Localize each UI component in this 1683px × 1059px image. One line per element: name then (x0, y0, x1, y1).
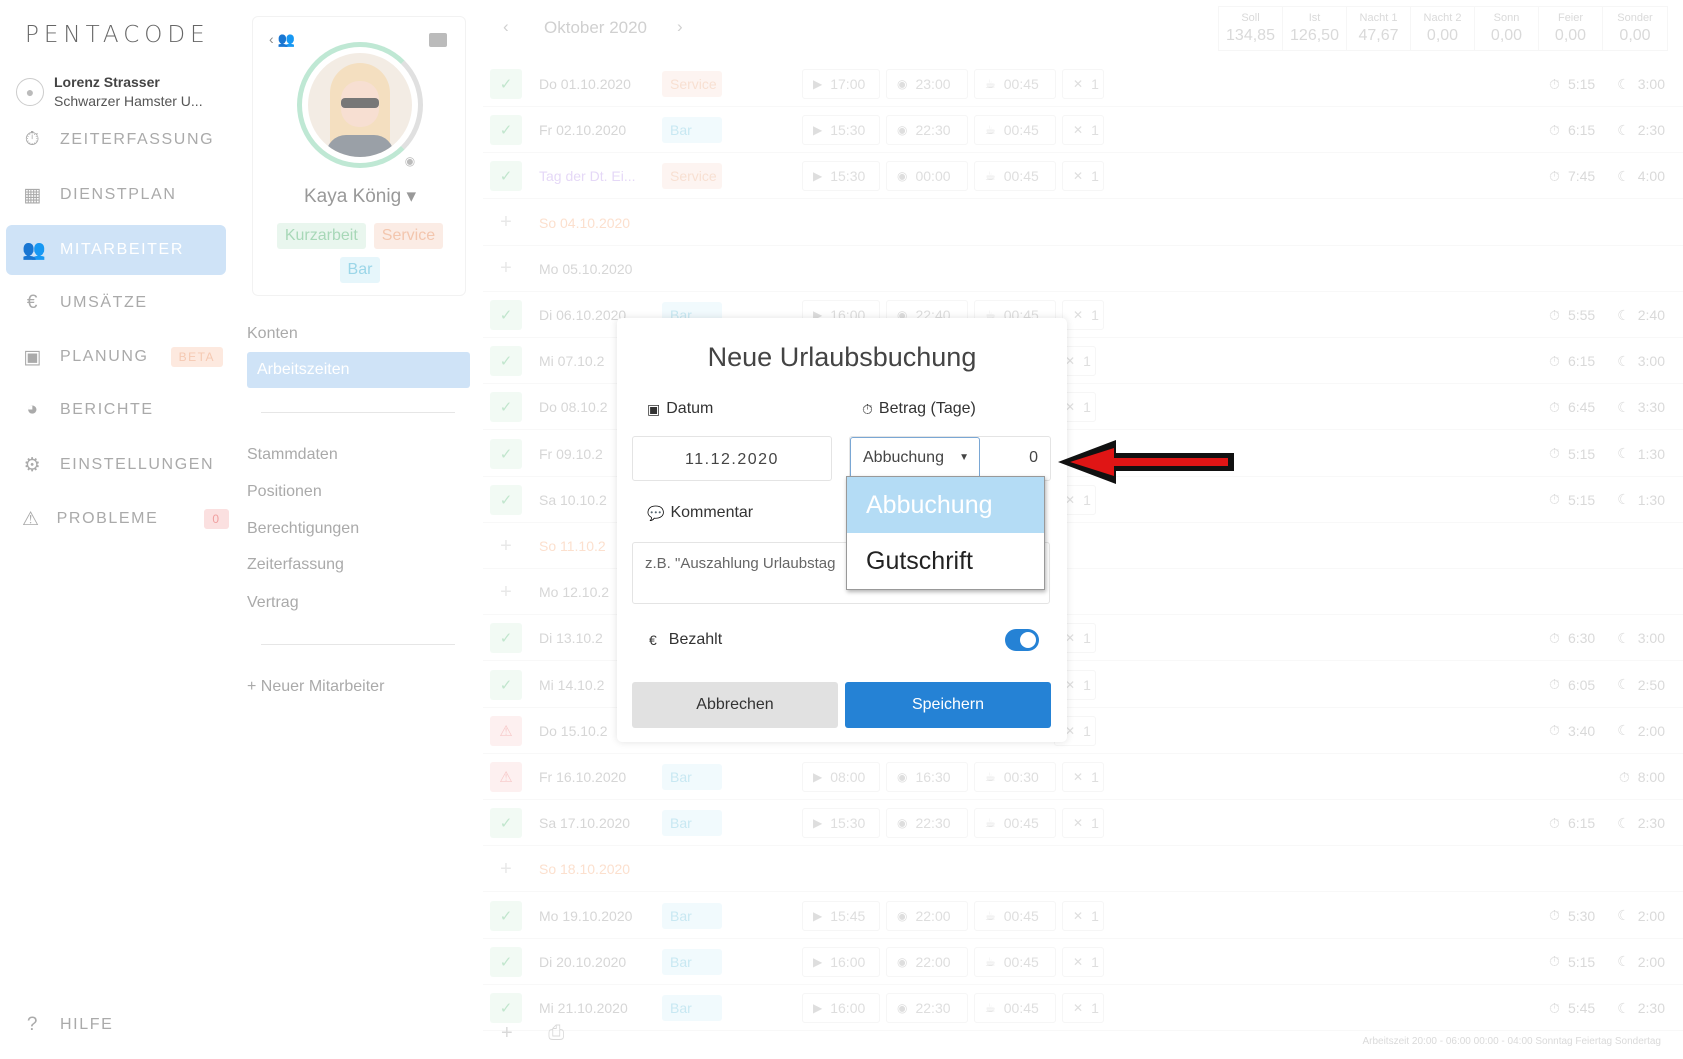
submenu-positionen[interactable]: Positionen (247, 483, 322, 501)
new-employee-button[interactable]: + Neuer Mitarbeiter (247, 678, 384, 696)
annotation-arrow (1058, 440, 1234, 484)
main-navigation: PENTACODE ● Lorenz Strasser Schwarzer Ha… (0, 0, 235, 1059)
submenu-berechtigungen[interactable]: Berechtigungen (247, 520, 359, 538)
back-to-employees-button[interactable]: ‹ 👥 (269, 31, 295, 48)
euro-icon: € (649, 632, 657, 648)
user-name: Lorenz Strasser (54, 74, 160, 90)
user-info[interactable]: ● Lorenz Strasser Schwarzer Hamster U... (16, 74, 203, 109)
nav-umsaetze[interactable]: € UMSÄTZE (6, 278, 226, 328)
submenu-konten[interactable]: Konten (247, 325, 298, 343)
question-icon: ? (26, 1014, 40, 1035)
problem-count: 0 (204, 509, 229, 529)
pie-chart-icon: ◕ (26, 399, 40, 420)
submenu-zeiterfassung[interactable]: Zeiterfassung (247, 556, 344, 574)
warning-icon: ⚠ (22, 508, 41, 530)
date-label: ▣ Datum (647, 400, 714, 417)
divider (261, 644, 455, 645)
nav-zeiterfassung[interactable]: ⏱ ZEITERFASSUNG (6, 115, 226, 165)
date-field[interactable]: 11.12.2020 (632, 436, 832, 481)
submenu-stammdaten[interactable]: Stammdaten (247, 446, 338, 464)
beta-badge: BETA (170, 347, 224, 367)
nav-planung[interactable]: ▣ PLANUNG BETA (6, 332, 226, 382)
calendar-icon: ▣ (23, 346, 43, 368)
caret-down-icon: ▼ (959, 452, 969, 463)
id-card-icon[interactable] (429, 33, 447, 47)
nav-hilfe[interactable]: ? HILFE (6, 1000, 226, 1050)
option-abbuchung[interactable]: Abbuchung (847, 477, 1044, 533)
tag-bar: Bar (339, 257, 381, 283)
tag-kurzarbeit: Kurzarbeit (276, 223, 366, 249)
gear-icon: ⚙ (23, 454, 43, 476)
users-icon: 👥 (22, 240, 48, 261)
paid-toggle[interactable] (1005, 629, 1039, 651)
paid-label: € Bezahlt (649, 631, 723, 648)
save-button[interactable]: Speichern (845, 682, 1051, 728)
modal-title: Neue Urlaubsbuchung (707, 342, 977, 372)
employee-tags: Kurzarbeit Service Bar (261, 223, 459, 283)
plus-icon: + (247, 678, 261, 695)
user-icon: ● (16, 77, 44, 106)
vacation-booking-modal: Neue Urlaubsbuchung ▣ Datum ⏱ Betrag (Tage… (617, 318, 1067, 742)
comment-label: 💬 Kommentar (647, 504, 754, 521)
submenu-arbeitszeiten[interactable]: Arbeitszeiten (247, 352, 470, 388)
euro-icon: € (26, 292, 40, 313)
stopwatch-icon: ⏱ (24, 129, 42, 150)
employee-name-dropdown[interactable]: Kaya König ▾ (253, 185, 467, 208)
amount-days-input[interactable]: 0 (1029, 449, 1038, 467)
amount-input-group: Abbuchung ▼ 0 (849, 436, 1051, 481)
nav-dienstplan[interactable]: ▦ DIENSTPLAN (6, 170, 226, 220)
option-gutschrift[interactable]: Gutschrift (847, 533, 1044, 589)
submenu-vertrag[interactable]: Vertrag (247, 594, 299, 612)
booking-type-select[interactable]: Abbuchung ▼ (850, 437, 980, 480)
nav-probleme[interactable]: ⚠ PROBLEME 0 (6, 494, 229, 544)
company-name: Schwarzer Hamster U... (54, 93, 203, 109)
booking-type-options: Abbuchung Gutschrift (846, 476, 1045, 590)
stopwatch-icon: ⏱ (862, 400, 873, 417)
nav-mitarbeiter[interactable]: 👥 MITARBEITER (6, 225, 226, 275)
cancel-button[interactable]: Abbrechen (632, 682, 838, 728)
nav-berichte[interactable]: ◕ BERICHTE (6, 385, 226, 435)
camera-icon[interactable]: ◉ (399, 152, 421, 170)
comment-icon: 💬 (647, 504, 665, 521)
amount-label: ⏱ Betrag (Tage) (862, 400, 976, 417)
tag-service: Service (373, 223, 444, 249)
table-icon: ▦ (23, 184, 43, 206)
divider (261, 412, 455, 413)
avatar (297, 42, 423, 168)
employee-profile-card: ‹ 👥 ◉ Kaya König ▾ Kurzarbeit Service Ba… (252, 16, 466, 296)
nav-einstellungen[interactable]: ⚙ EINSTELLUNGEN (6, 440, 226, 490)
logo: PENTACODE (25, 22, 210, 48)
calendar-icon: ▣ (647, 400, 661, 417)
